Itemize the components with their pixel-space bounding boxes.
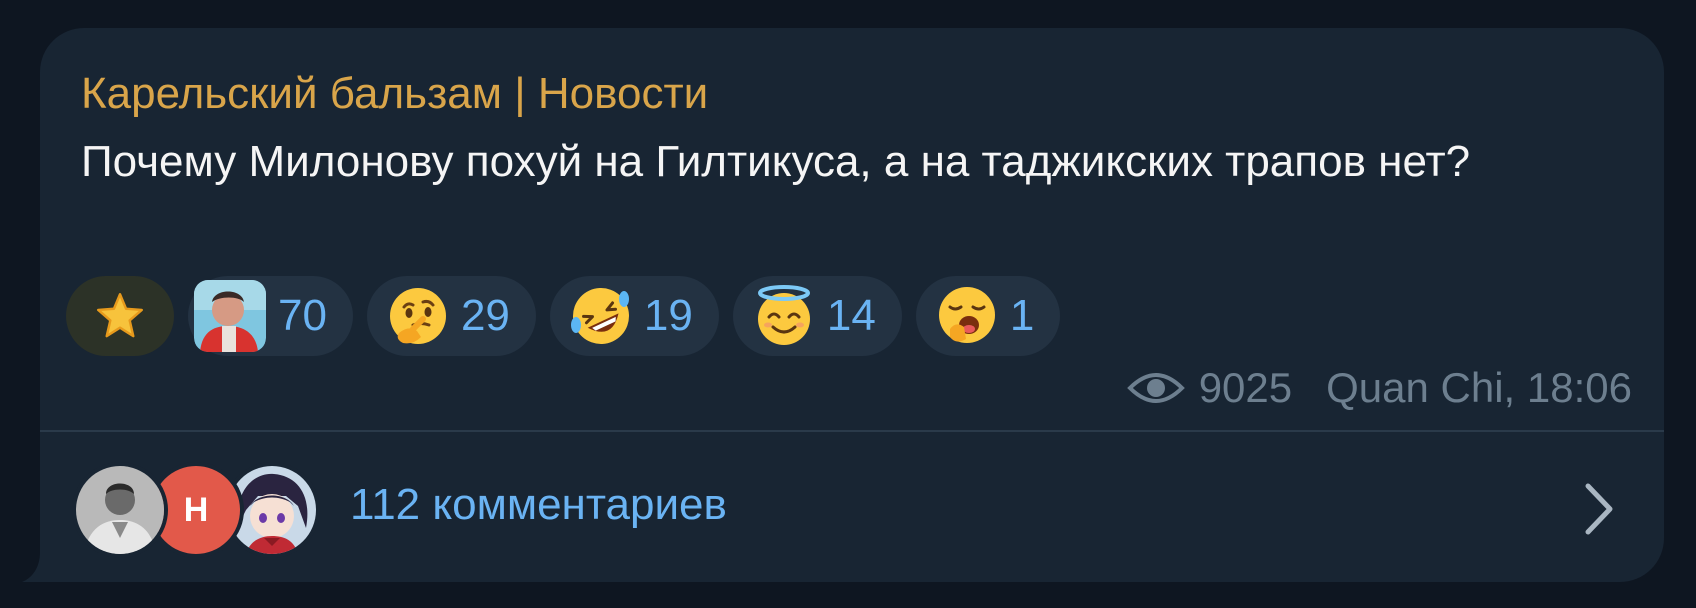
star-icon	[97, 293, 143, 338]
reaction-count: 70	[278, 291, 327, 340]
reaction-star[interactable]	[66, 276, 174, 356]
yawning-face-icon	[938, 287, 995, 343]
reaction-halo[interactable]: 14	[732, 276, 902, 356]
reaction-thinking[interactable]: 29	[366, 276, 536, 356]
reaction-count: 19	[643, 291, 693, 340]
reaction-count: 14	[826, 291, 876, 340]
comments-button[interactable]: Н 112 комментариев	[40, 432, 1664, 582]
reaction-count: 29	[460, 291, 510, 340]
rolling-on-floor-laughing-icon	[570, 288, 629, 344]
reaction-rofl[interactable]: 19	[549, 276, 719, 356]
smiling-face-with-halo-icon	[757, 285, 810, 345]
reactions-bar: 70 29 19 14 1	[66, 276, 1061, 356]
channel-name[interactable]: Карельский бальзам | Новости	[81, 66, 708, 122]
commenter-photo-icon	[76, 466, 164, 554]
reaction-custom[interactable]: 70	[188, 276, 353, 356]
reaction-count: 1	[1009, 291, 1035, 340]
chevron-right-icon[interactable]	[1584, 482, 1614, 536]
message-text: Почему Милонову похуй на Гилтикуса, а на…	[81, 137, 1471, 186]
thinking-face-icon	[389, 288, 446, 344]
eye-icon	[1126, 373, 1185, 403]
author-and-time: Quan Chi, 18:06	[1326, 364, 1632, 411]
comments-count[interactable]: 112 комментариев	[350, 477, 727, 533]
reaction-yawn[interactable]: 1	[915, 276, 1061, 356]
avatar	[72, 462, 168, 558]
view-count: 9025	[1198, 364, 1293, 411]
custom-avatar-reaction-icon	[194, 280, 266, 352]
message-meta: 9025 Quan Chi, 18:06	[1126, 364, 1632, 412]
